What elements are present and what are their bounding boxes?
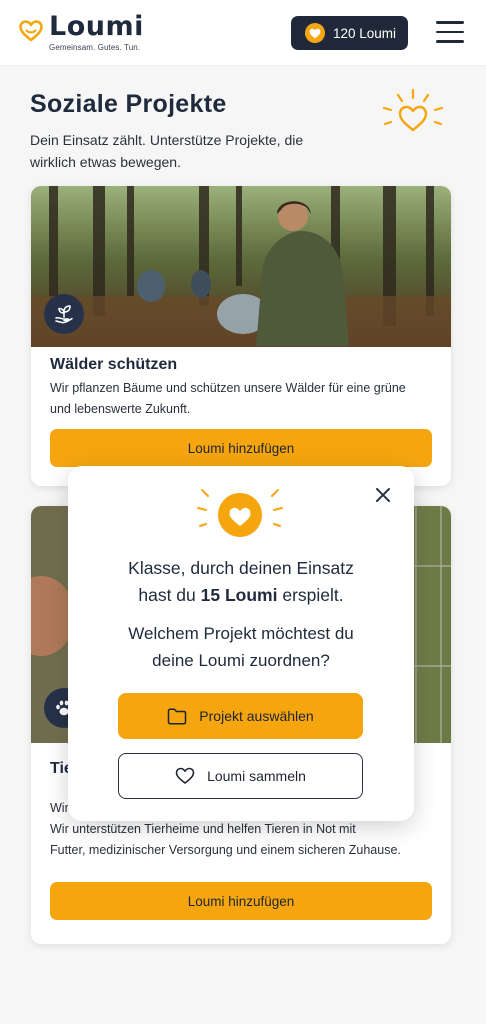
heart-outline-icon	[175, 767, 195, 784]
description-line-2: Futter, medizinischer Versorgung und ein…	[50, 843, 401, 857]
add-loumi-button[interactable]: Loumi hinzufügen	[50, 882, 432, 920]
add-loumi-button[interactable]: Loumi hinzufügen	[50, 429, 432, 467]
loumi-balance-button[interactable]: 120 Loumi	[291, 16, 408, 50]
page-subtitle: Dein Einsatz zählt. Unterstütze Projekte…	[30, 132, 304, 170]
select-project-button[interactable]: Projekt auswählen	[118, 693, 363, 739]
project-card-forest[interactable]: Wälder schützen Wir pflanzen Bäume und s…	[31, 186, 451, 486]
app-tagline: Gemeinsam. Gutes. Tun.	[49, 43, 141, 52]
project-description: Wir pflanzen Bäume und schützen unsere W…	[50, 381, 406, 416]
app-header: Loumi Gemeinsam. Gutes. Tun. 120 Loumi	[0, 0, 486, 66]
message-prefix: Klasse, durch deinen Einsatz	[128, 558, 354, 578]
message-suffix: erspielt.	[282, 585, 344, 605]
page-title: Soziale Projekte	[30, 90, 227, 118]
reward-modal: Klasse, durch deinen Einsatz hast du 15 …	[68, 466, 414, 821]
message-mid: hast du	[138, 585, 196, 605]
collect-loumi-label: Loumi sammeln	[207, 768, 306, 784]
balance-label: 120 Loumi	[333, 25, 397, 41]
heart-logo-icon	[19, 20, 43, 42]
reward-message: Klasse, durch deinen Einsatz hast du 15 …	[68, 555, 414, 609]
sparkle-heart-icon	[382, 88, 444, 132]
earned-points: 15 Loumi	[200, 585, 278, 605]
description-line-1: Wir unterstützen Tierheime und helfen Ti…	[50, 822, 356, 836]
collect-loumi-button[interactable]: Loumi sammeln	[118, 753, 363, 799]
heart-coin-icon	[305, 23, 325, 43]
folder-icon	[168, 708, 187, 724]
close-icon[interactable]	[373, 485, 393, 505]
select-project-label: Projekt auswählen	[199, 708, 314, 724]
question-line-1: Welchem Projekt möchtest du	[128, 624, 354, 643]
plant-icon	[44, 294, 84, 334]
logo[interactable]: Loumi Gemeinsam. Gutes. Tun.	[18, 12, 144, 52]
sparkle-heart-icon	[197, 489, 283, 537]
assign-question: Welchem Projekt möchtest du deine Loumi …	[68, 620, 414, 674]
question-line-2: deine Loumi zuordnen?	[152, 651, 330, 670]
forest-volunteers-photo	[31, 186, 451, 347]
project-title: Wälder schützen	[50, 356, 178, 373]
hamburger-menu-icon[interactable]	[436, 21, 464, 43]
app-name: Loumi	[49, 11, 144, 42]
